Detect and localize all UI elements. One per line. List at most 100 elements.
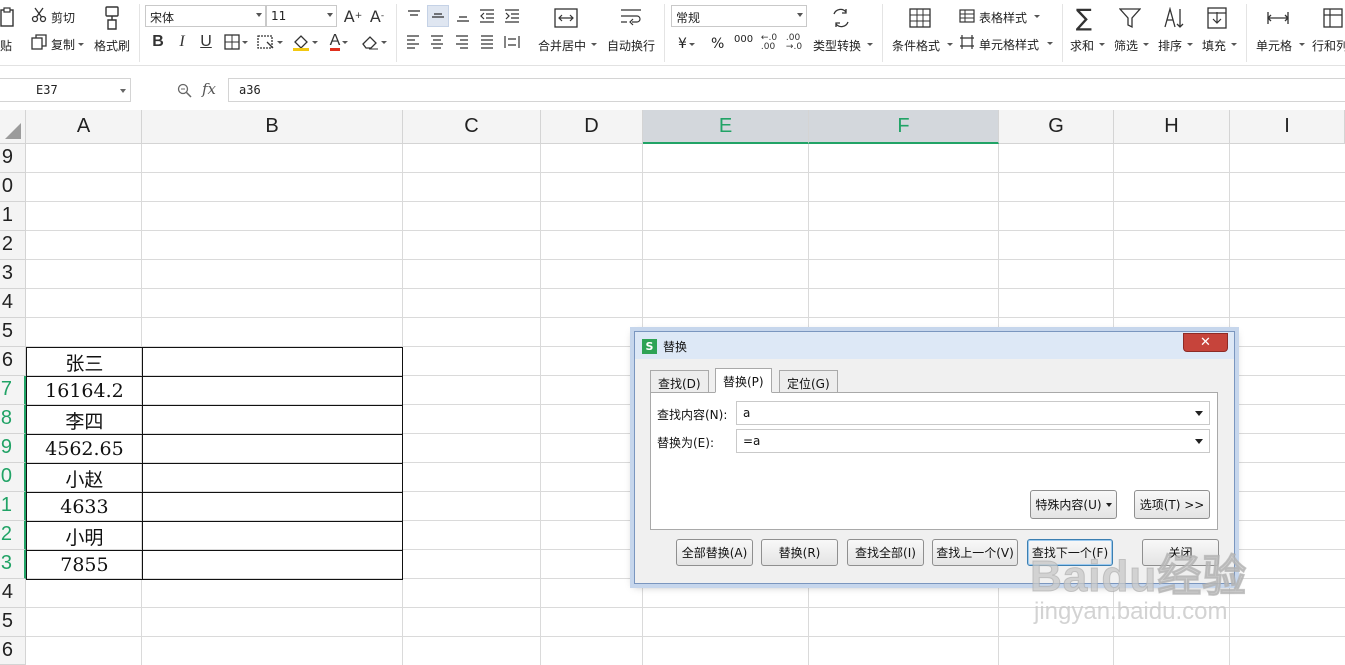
- row-header[interactable]: 9: [0, 144, 26, 173]
- decrease-indent-icon[interactable]: [477, 6, 497, 26]
- fill-dropdown-icon[interactable]: [1231, 43, 1237, 46]
- align-right-icon[interactable]: [453, 33, 471, 51]
- row-header[interactable]: 5: [0, 318, 26, 347]
- row-header[interactable]: 0: [0, 463, 26, 492]
- sort-icon[interactable]: [1161, 6, 1187, 30]
- find-previous-button[interactable]: 查找上一个(V): [932, 539, 1018, 566]
- cell[interactable]: 张三: [26, 347, 143, 377]
- fill-button[interactable]: 填充: [1202, 37, 1226, 54]
- options-button[interactable]: 选项(T) >>: [1134, 490, 1210, 519]
- table-style-icon[interactable]: [959, 8, 975, 24]
- conditional-format-button[interactable]: 条件格式: [892, 37, 940, 54]
- row-header[interactable]: 3: [0, 260, 26, 289]
- type-convert-button[interactable]: 类型转换: [813, 37, 861, 54]
- row-header[interactable]: 7: [0, 376, 26, 405]
- row-header[interactable]: 3: [0, 550, 26, 579]
- cell[interactable]: 16164.2: [26, 376, 143, 406]
- column-header-e[interactable]: E: [643, 110, 809, 144]
- cell-style-button[interactable]: 单元格样式: [979, 36, 1039, 53]
- zoom-search-icon[interactable]: [176, 82, 192, 98]
- cell[interactable]: [141, 550, 404, 580]
- row-header[interactable]: 5: [0, 608, 26, 637]
- row-col-icon[interactable]: [1320, 6, 1345, 30]
- fx-icon[interactable]: fx: [202, 80, 216, 98]
- number-format-select[interactable]: 常规: [671, 5, 807, 27]
- tab-goto[interactable]: 定位(G): [779, 370, 838, 393]
- cell[interactable]: [141, 521, 404, 551]
- table-style-dropdown-icon[interactable]: [1034, 15, 1040, 18]
- merge-center-icon[interactable]: [553, 6, 579, 30]
- sum-button[interactable]: 求和: [1070, 37, 1094, 54]
- paste-icon[interactable]: [0, 6, 14, 28]
- merge-dropdown-icon[interactable]: [591, 43, 597, 46]
- filter-icon[interactable]: [1117, 6, 1143, 30]
- sum-dropdown-icon[interactable]: [1099, 43, 1105, 46]
- row-header[interactable]: 1: [0, 202, 26, 231]
- close-icon[interactable]: ✕: [1183, 333, 1228, 352]
- increase-decimal-icon[interactable]: ←.0.00: [758, 33, 780, 53]
- tab-find[interactable]: 查找(D): [650, 370, 709, 393]
- row-header[interactable]: 9: [0, 434, 26, 463]
- conditional-format-icon[interactable]: [907, 6, 933, 30]
- format-painter-label[interactable]: 格式刷: [94, 37, 130, 54]
- eraser-icon[interactable]: [359, 33, 389, 51]
- paste-label[interactable]: 贴: [0, 37, 12, 54]
- align-center-icon[interactable]: [428, 33, 446, 51]
- cell-icon[interactable]: [1265, 6, 1291, 30]
- align-middle-icon[interactable]: [427, 5, 449, 27]
- cell-button[interactable]: 单元格: [1256, 37, 1292, 54]
- chevron-down-icon[interactable]: [120, 89, 126, 93]
- filter-button[interactable]: 筛选: [1114, 37, 1138, 54]
- select-all-corner[interactable]: [0, 110, 26, 144]
- column-header-b[interactable]: B: [142, 110, 403, 144]
- font-size-select[interactable]: 11: [266, 5, 337, 27]
- cell[interactable]: [141, 347, 404, 377]
- scissors-icon[interactable]: [31, 7, 47, 23]
- formula-input[interactable]: a36: [228, 78, 1345, 102]
- row-header[interactable]: 4: [0, 579, 26, 608]
- find-input[interactable]: a: [736, 401, 1210, 425]
- increase-font-icon[interactable]: A +: [343, 6, 363, 26]
- cell[interactable]: [141, 434, 404, 464]
- cell[interactable]: 小明: [26, 521, 143, 551]
- replace-button[interactable]: 替换(R): [761, 539, 838, 566]
- column-header-i[interactable]: I: [1230, 110, 1345, 144]
- copy-icon[interactable]: [31, 34, 47, 50]
- thousands-button[interactable]: 000: [734, 34, 753, 45]
- type-convert-dropdown-icon[interactable]: [867, 43, 873, 46]
- cell[interactable]: 小赵: [26, 463, 143, 493]
- bold-icon[interactable]: B: [149, 32, 167, 52]
- decrease-font-icon[interactable]: A-: [367, 6, 387, 26]
- cell[interactable]: [141, 463, 404, 493]
- sum-icon[interactable]: ∑: [1071, 4, 1097, 32]
- wrap-text-icon[interactable]: [618, 6, 644, 30]
- justify-icon[interactable]: [478, 33, 496, 51]
- cell-style-dropdown-icon[interactable]: [1047, 42, 1053, 45]
- cell[interactable]: 4562.65: [26, 434, 143, 464]
- cell[interactable]: [141, 376, 404, 406]
- font-color-icon[interactable]: A: [325, 32, 353, 52]
- increase-indent-icon[interactable]: [502, 6, 522, 26]
- copy-button[interactable]: 复制: [51, 36, 75, 53]
- format-painter-icon[interactable]: [101, 5, 123, 31]
- cell[interactable]: [141, 492, 404, 522]
- row-header[interactable]: 8: [0, 405, 26, 434]
- row-header[interactable]: 4: [0, 289, 26, 318]
- dialog-titlebar[interactable]: S 替换 ✕: [635, 332, 1234, 359]
- replace-input[interactable]: =a: [736, 429, 1210, 453]
- fill-color-icon[interactable]: [290, 33, 320, 51]
- column-header-d[interactable]: D: [541, 110, 643, 144]
- find-all-button[interactable]: 查找全部(I): [847, 539, 924, 566]
- decrease-decimal-icon[interactable]: .00 →.0: [783, 33, 805, 53]
- cell-style-gallery-icon[interactable]: [959, 34, 975, 50]
- tab-replace[interactable]: 替换(P): [715, 368, 772, 393]
- name-box[interactable]: E37: [0, 78, 131, 102]
- merge-center-button[interactable]: 合并居中: [538, 37, 586, 54]
- row-header[interactable]: 2: [0, 231, 26, 260]
- distributed-icon[interactable]: [503, 33, 521, 51]
- table-style-button[interactable]: 表格样式: [979, 9, 1027, 26]
- align-bottom-icon[interactable]: [453, 6, 473, 26]
- row-col-button[interactable]: 行和列: [1312, 37, 1345, 54]
- conditional-format-dropdown-icon[interactable]: [947, 43, 953, 46]
- cut-button[interactable]: 剪切: [51, 9, 75, 26]
